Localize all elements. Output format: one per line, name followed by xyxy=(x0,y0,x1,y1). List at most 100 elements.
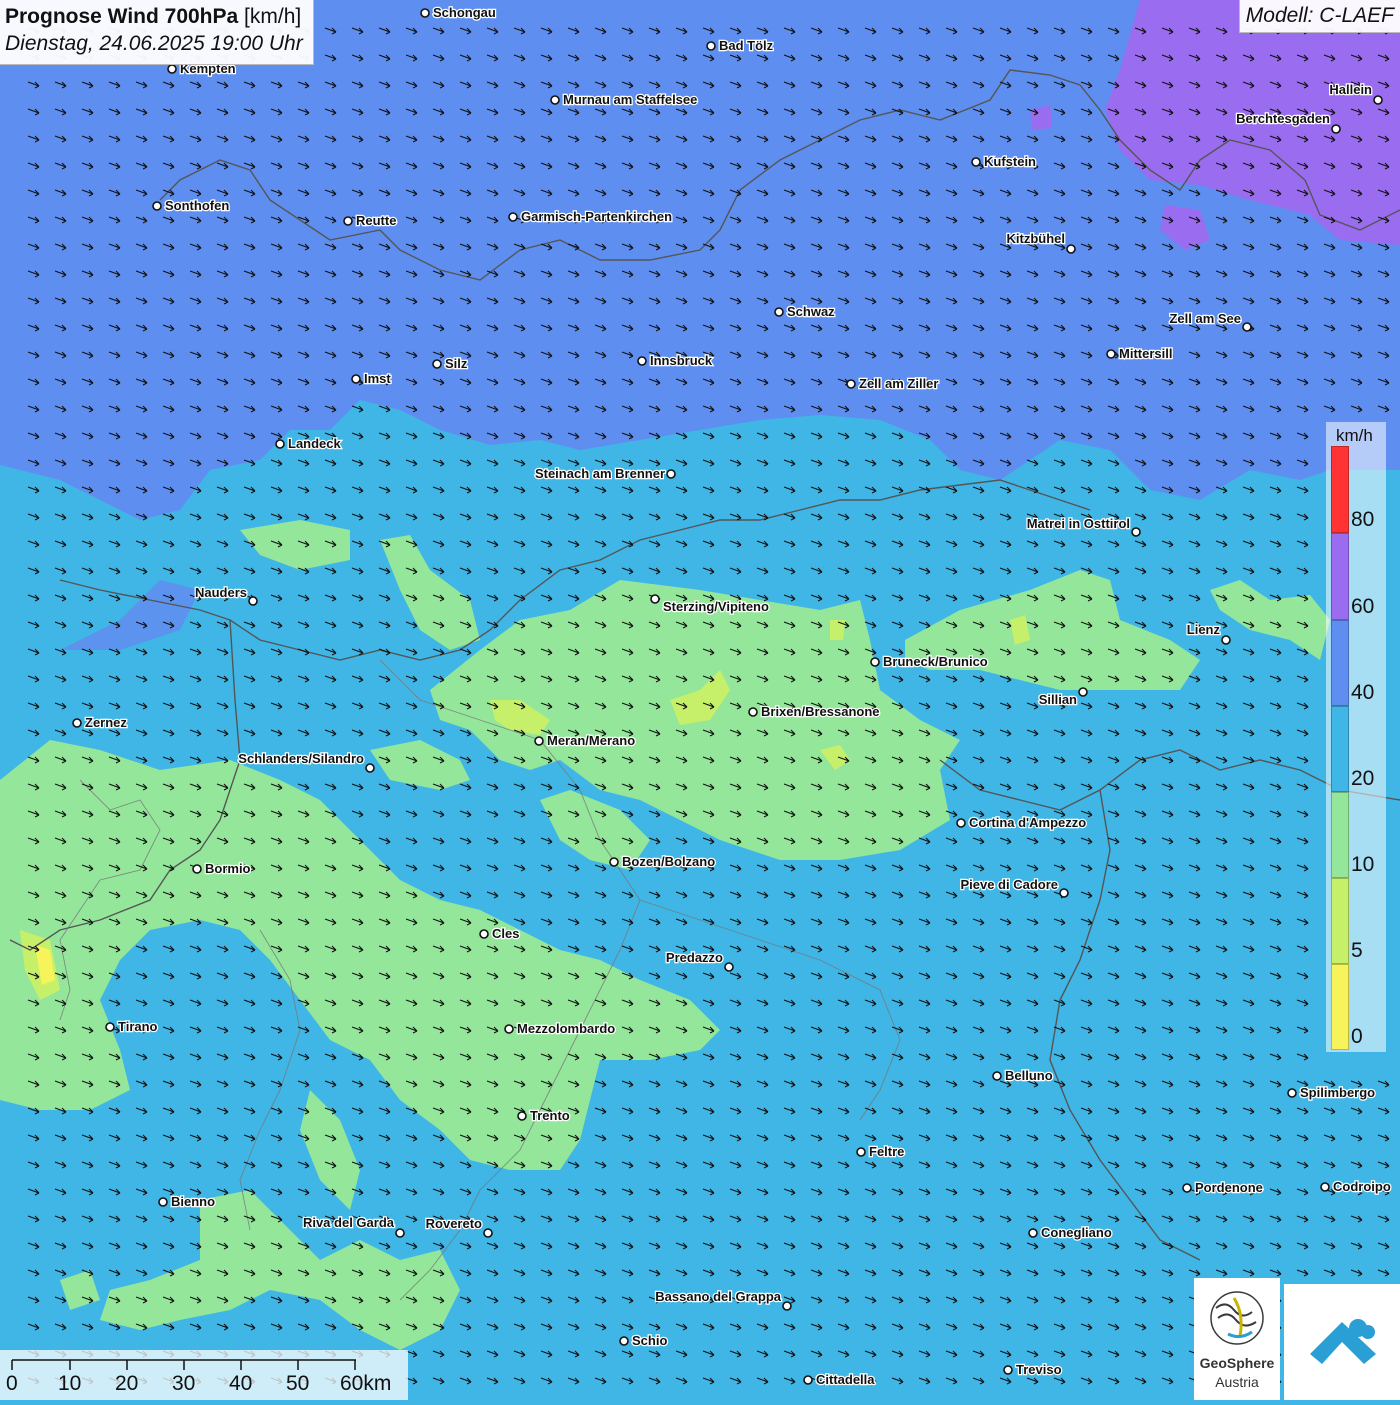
city-label: Zernez xyxy=(85,715,127,730)
legend-label-60: 60 xyxy=(1351,595,1375,618)
city-dot xyxy=(846,379,856,389)
city-dot xyxy=(782,1301,792,1311)
city-dot xyxy=(479,929,489,939)
scale-label-50: 50 xyxy=(286,1372,310,1395)
city-label: Silz xyxy=(445,356,468,371)
city-label: Steinach am Brenner xyxy=(535,466,665,481)
legend-label-80: 80 xyxy=(1351,508,1375,531)
city-label: Bassano del Grappa xyxy=(655,1289,781,1304)
city-label: Pordenone xyxy=(1195,1180,1263,1195)
city-dot xyxy=(167,64,177,74)
city-label: Spilimbergo xyxy=(1300,1085,1375,1100)
city-dot xyxy=(483,1228,493,1238)
city-dot xyxy=(774,307,784,317)
title-unit: [km/h] xyxy=(244,5,302,28)
scale-label-0: 0 xyxy=(6,1372,18,1395)
city-dot xyxy=(395,1228,405,1238)
scale-label-10: 10 xyxy=(58,1372,82,1395)
city-dot xyxy=(992,1071,1002,1081)
city-dot xyxy=(192,864,202,874)
city-dot xyxy=(72,718,82,728)
city-dot xyxy=(365,763,375,773)
city-label: Kufstein xyxy=(984,154,1036,169)
city-dot xyxy=(420,8,430,18)
city-label: Innsbruck xyxy=(650,353,713,368)
title-text: Prognose Wind 700hPa xyxy=(5,5,239,28)
wind-map: SchongauBad TölzKemptenMurnau am Staffel… xyxy=(0,0,1400,1400)
city-dot xyxy=(637,356,647,366)
city-label: Conegliano xyxy=(1041,1225,1112,1240)
city-label: Garmisch-Partenkirchen xyxy=(521,209,672,224)
scale-label-40: 40 xyxy=(229,1372,253,1395)
city-label: Hallein xyxy=(1329,82,1372,97)
city-label: Cortina d'Ampezzo xyxy=(969,815,1086,830)
city-label: Sillian xyxy=(1039,692,1077,707)
city-label: Rovereto xyxy=(426,1216,482,1231)
city-dot xyxy=(105,1022,115,1032)
city-dot xyxy=(971,157,981,167)
city-dot xyxy=(1059,888,1069,898)
title-box: Prognose Wind 700hPa [km/h] Dienstag, 24… xyxy=(0,0,314,65)
city-label: Schwaz xyxy=(787,304,835,319)
city-label: Zell am Ziller xyxy=(859,376,938,391)
mountain-cloud-icon xyxy=(1310,1319,1376,1364)
city-dot xyxy=(748,707,758,717)
city-dot xyxy=(1028,1228,1038,1238)
city-label: Sonthofen xyxy=(165,198,229,213)
city-dot xyxy=(343,216,353,226)
city-label: Landeck xyxy=(288,436,342,451)
city-dot xyxy=(158,1197,168,1207)
city-label: Bad Tölz xyxy=(719,38,774,53)
city-label: Bozen/Bolzano xyxy=(622,854,715,869)
city-label: Meran/Merano xyxy=(547,733,635,748)
city-label: Nauders xyxy=(195,585,247,600)
city-label: Kitzbühel xyxy=(1007,231,1066,246)
city-label: Trento xyxy=(530,1108,570,1123)
legend-swatch-80 xyxy=(1331,446,1349,533)
legend-label-10: 10 xyxy=(1351,853,1375,876)
city-label: Belluno xyxy=(1005,1068,1053,1083)
city-label: Predazzo xyxy=(666,950,723,965)
legend-swatch-10 xyxy=(1331,792,1349,878)
city-label: Matrei in Osttirol xyxy=(1027,516,1130,531)
legend-unit: km/h xyxy=(1336,426,1373,445)
city-dot xyxy=(956,818,966,828)
city-dot xyxy=(856,1147,866,1157)
city-dot xyxy=(1373,95,1383,105)
city-dot xyxy=(1078,687,1088,697)
app-logo[interactable] xyxy=(1284,1284,1400,1400)
geosphere-emblem-icon xyxy=(1210,1291,1264,1345)
city-dot xyxy=(1066,244,1076,254)
city-dot xyxy=(609,857,619,867)
city-dot xyxy=(1287,1088,1297,1098)
city-dot xyxy=(1320,1182,1330,1192)
city-label: Murnau am Staffelsee xyxy=(563,92,697,107)
city-dot xyxy=(275,439,285,449)
city-dot xyxy=(1331,124,1341,134)
city-label: Tirano xyxy=(118,1019,158,1034)
city-dot xyxy=(1221,635,1231,645)
scale-label-20: 20 xyxy=(115,1372,139,1395)
city-label: Lienz xyxy=(1187,622,1221,637)
city-dot xyxy=(1242,322,1252,332)
city-dot xyxy=(650,594,660,604)
city-label: Brixen/Bressanone xyxy=(761,704,880,719)
city-dot xyxy=(619,1336,629,1346)
city-label: Bienno xyxy=(171,1194,215,1209)
city-dot xyxy=(870,657,880,667)
city-dot xyxy=(550,95,560,105)
city-dot xyxy=(1106,349,1116,359)
city-dot xyxy=(1003,1365,1013,1375)
city-label: Zell am See xyxy=(1169,311,1241,326)
city-dot xyxy=(534,736,544,746)
city-label: Imst xyxy=(364,371,391,386)
city-label: Cles xyxy=(492,926,519,941)
city-dot xyxy=(706,41,716,51)
legend-label-20: 20 xyxy=(1351,767,1375,790)
city-dot xyxy=(351,374,361,384)
legend-swatch-60 xyxy=(1331,533,1349,620)
logo-text-line2: Austria xyxy=(1215,1374,1259,1390)
city-label: Pieve di Cadore xyxy=(960,877,1058,892)
city-label: Treviso xyxy=(1016,1362,1062,1377)
model-label: Modell: C-LAEF xyxy=(1238,0,1400,33)
